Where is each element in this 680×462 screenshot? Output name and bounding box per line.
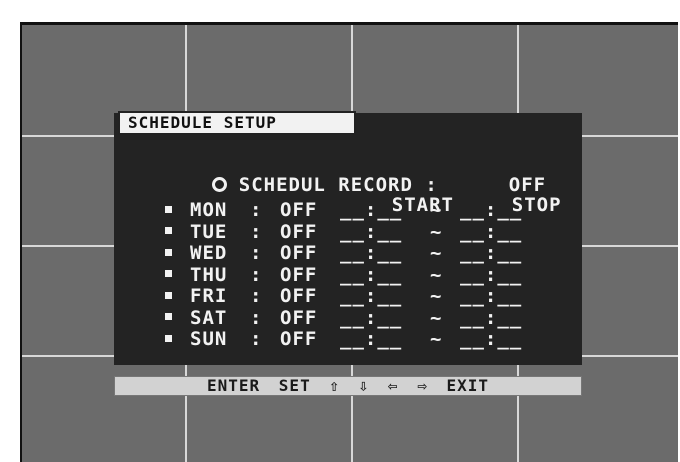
day-label: TUE [190, 220, 228, 243]
stop-time-field[interactable]: __:__ [460, 287, 522, 306]
start-time-field[interactable]: __:__ [340, 308, 430, 328]
colon-separator: : [250, 220, 263, 243]
range-separator: ~ [430, 285, 443, 307]
start-time-field[interactable]: __:__ [340, 222, 430, 242]
range-separator: ~ [430, 263, 443, 286]
day-label: FRI [190, 285, 228, 307]
start-time-field[interactable]: __:__ [340, 265, 430, 285]
start-time-field[interactable]: __:__ [340, 244, 430, 263]
set-key-label: SET [278, 376, 311, 395]
day-label: THU [190, 263, 228, 286]
arrow-left-icon: ⇦ [387, 376, 399, 395]
colon-separator: : [250, 306, 263, 329]
day-status[interactable]: OFF [280, 330, 340, 349]
start-time-field[interactable]: __:__ [340, 330, 430, 349]
stop-time-field[interactable]: __:__ [460, 308, 522, 328]
day-row-thu[interactable]: THU: OFF __:__ ~ __:__ [162, 263, 522, 286]
range-separator: ~ [430, 306, 443, 329]
arrow-up-icon: ⇧ [329, 376, 340, 395]
day-status[interactable]: OFF [280, 244, 340, 263]
range-separator: ~ [430, 328, 443, 350]
colon-separator: : [250, 199, 263, 221]
square-bullet-icon [165, 270, 172, 277]
square-bullet-icon [165, 227, 172, 234]
day-label: SUN [190, 328, 228, 350]
colon-separator: : [250, 328, 263, 350]
square-bullet-icon [165, 313, 172, 320]
day-row-wed[interactable]: WED: OFF __:__ ~ __:__ [162, 244, 522, 263]
day-label: MON [190, 199, 228, 221]
stop-time-field[interactable]: __:__ [460, 244, 522, 263]
day-status[interactable]: OFF [280, 222, 340, 242]
square-bullet-icon [165, 248, 172, 256]
day-status[interactable]: OFF [280, 265, 340, 285]
day-status[interactable]: OFF [280, 201, 340, 220]
day-status[interactable]: OFF [280, 287, 340, 306]
day-row-mon[interactable]: MON: OFF __:__ ~ __:__ [162, 201, 522, 220]
exit-key-label: EXIT [446, 376, 489, 395]
stop-time-field[interactable]: __:__ [460, 265, 522, 285]
square-bullet-icon [165, 205, 172, 213]
stop-time-field[interactable]: __:__ [460, 222, 522, 242]
range-separator: ~ [430, 220, 443, 243]
colon-separator: : [250, 242, 263, 264]
square-bullet-icon [165, 291, 172, 299]
start-time-field[interactable]: __:__ [340, 287, 430, 306]
range-separator: ~ [430, 199, 443, 221]
day-row-tue[interactable]: TUE: OFF __:__ ~ __:__ [162, 220, 522, 243]
colon-separator: : [250, 263, 263, 286]
start-time-field[interactable]: __:__ [340, 201, 430, 220]
arrow-down-icon: ⇩ [358, 376, 370, 395]
key-help-bar: ENTER SET ⇧ ⇩ ⇦ ⇨ EXIT [114, 376, 582, 396]
stop-time-field[interactable]: __:__ [460, 330, 522, 349]
day-row-sat[interactable]: SAT: OFF __:__ ~ __:__ [162, 306, 522, 329]
stop-time-field[interactable]: __:__ [460, 201, 522, 220]
day-label: SAT [190, 306, 228, 329]
menu-title: SCHEDULE SETUP [118, 111, 356, 135]
arrow-right-icon: ⇨ [417, 376, 428, 395]
day-row-sun[interactable]: SUN: OFF __:__ ~ __:__ [162, 330, 522, 349]
osd-screen: SCHEDULE SETUP SCHEDUL RECORD : OFF START… [20, 22, 678, 462]
enter-key-label: ENTER [206, 376, 261, 395]
day-status[interactable]: OFF [280, 308, 340, 328]
range-separator: ~ [430, 242, 443, 264]
square-bullet-icon [165, 334, 172, 342]
day-label: WED [190, 242, 228, 264]
colon-separator: : [250, 285, 263, 307]
day-row-fri[interactable]: FRI: OFF __:__ ~ __:__ [162, 287, 522, 306]
